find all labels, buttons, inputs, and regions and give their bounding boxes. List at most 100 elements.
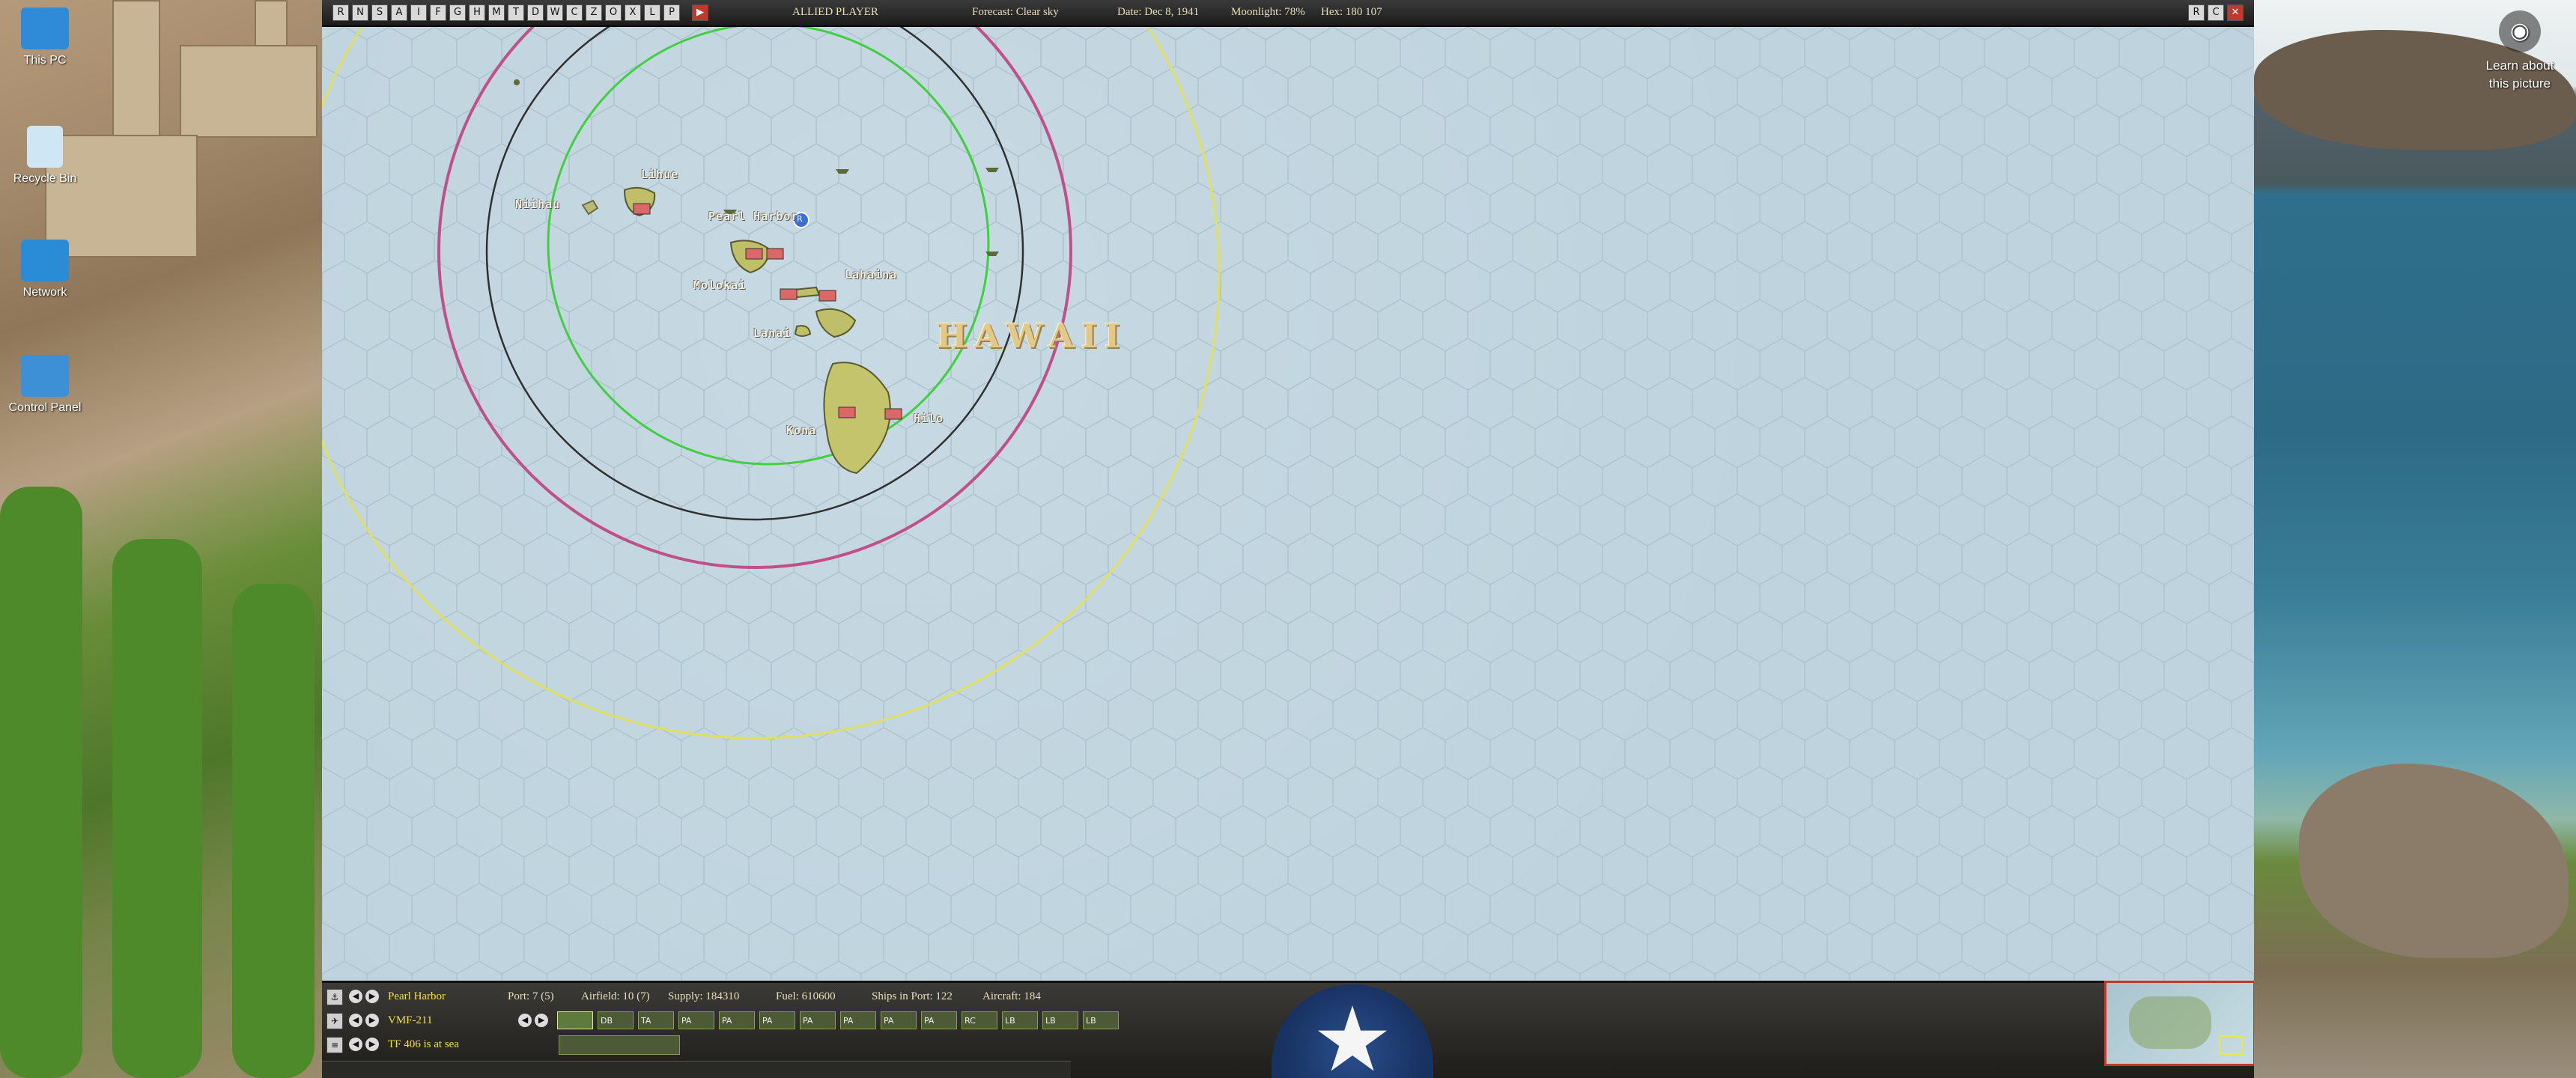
island-label-kona: Kona [786, 424, 817, 437]
island-label-niihau: Niihau [515, 198, 561, 211]
moonlight-label: Moonlight: 78% [1231, 6, 1305, 18]
us-flag-pearl-harbor[interactable] [745, 248, 763, 260]
us-flag-lihue[interactable] [633, 203, 651, 215]
island-label-lanai: Lanai [753, 326, 792, 340]
toolbar-button-4[interactable]: I [410, 4, 427, 21]
wallpaper-wall [180, 45, 318, 138]
task-force-icon[interactable]: ≡ [326, 1037, 343, 1053]
ship-slots[interactable] [559, 1035, 680, 1055]
toolbar-button-10[interactable]: D [527, 4, 544, 21]
map-layer [322, 27, 2254, 981]
island-label-lahaina: Lahaina [845, 268, 898, 281]
toolbar-button-0[interactable]: R [332, 4, 349, 21]
island-label-pearl-harbor: Pearl Harbor [708, 210, 799, 223]
learn-about-picture-label: Learn about this picture [2485, 58, 2554, 91]
computer-icon [21, 7, 69, 49]
air-unit-name[interactable]: VMF-211 [388, 1014, 432, 1027]
plane-slot[interactable]: PA [881, 1011, 917, 1029]
desktop-icon-this-pc[interactable]: This PC [0, 7, 90, 67]
ship-unit-icon[interactable] [514, 79, 520, 85]
ships-in-port-info: Ships in Port: 122 [872, 990, 953, 1002]
learn-about-picture-widget[interactable]: ◉ Learn about this picture [2479, 10, 2561, 93]
prev-base-button[interactable]: ◀ [349, 990, 362, 1003]
wallpaper-grass [232, 584, 315, 1078]
toolbar-button-12[interactable]: C [566, 4, 583, 21]
toolbar-button-11[interactable]: W [547, 4, 563, 21]
mini-map-viewport[interactable] [2219, 1035, 2243, 1055]
plane-slot[interactable]: DB [598, 1011, 634, 1029]
task-force-status[interactable]: TF 406 is at sea [388, 1038, 459, 1051]
plane-slot[interactable] [557, 1011, 593, 1029]
toolbar-button-16[interactable]: L [644, 4, 660, 21]
desktop-icon-label: Recycle Bin [13, 172, 77, 185]
plane-slot[interactable]: LB [1083, 1011, 1119, 1029]
toolbar-button-3[interactable]: A [391, 4, 407, 21]
us-star-emblem: ★ [1272, 984, 1433, 1078]
mini-map[interactable] [2104, 981, 2254, 1066]
prev-tf-button[interactable]: ◀ [349, 1038, 362, 1051]
restore-button[interactable]: R [2188, 4, 2205, 21]
toolbar-button-13[interactable]: Z [586, 4, 602, 21]
island-label-molokai: Molokai [693, 278, 747, 292]
plane-slot[interactable]: LB [1002, 1011, 1038, 1029]
network-icon [21, 240, 69, 281]
plane-slot[interactable]: LB [1042, 1011, 1078, 1029]
base-name[interactable]: Pearl Harbor [388, 990, 446, 1003]
window-c-button[interactable]: C [2208, 4, 2224, 21]
desktop-icon-recycle-bin[interactable]: Recycle Bin [0, 126, 90, 186]
airfield-info: Airfield: 10 (7) [581, 990, 650, 1002]
us-flag-lahaina[interactable] [818, 290, 836, 302]
island-label-lihue: Lihue [641, 168, 679, 181]
air-unit-icon[interactable]: ✈ [326, 1013, 343, 1029]
desktop-icon-network[interactable]: Network [0, 240, 90, 299]
extra-row [322, 1061, 1071, 1078]
toolbar-button-9[interactable]: T [508, 4, 524, 21]
next-base-button[interactable]: ▶ [365, 990, 379, 1003]
toolbar-button-1[interactable]: N [352, 4, 368, 21]
next-tf-button[interactable]: ▶ [365, 1038, 379, 1051]
base-icon[interactable]: ⚓ [326, 989, 343, 1005]
supply-info: Supply: 184310 [668, 990, 740, 1002]
us-flag-molokai[interactable] [780, 288, 798, 300]
fuel-info: Fuel: 610600 [776, 990, 836, 1002]
next-unit-button[interactable]: ▶ [365, 1014, 379, 1027]
plane-slot[interactable]: PA [719, 1011, 755, 1029]
us-flag-hilo[interactable] [884, 408, 902, 420]
plane-slot[interactable]: PA [921, 1011, 957, 1029]
hex-label: Hex: 180 107 [1321, 6, 1382, 18]
toolbar-button-5[interactable]: F [430, 4, 446, 21]
wallpaper-grass [112, 539, 202, 1078]
plane-slot[interactable]: PA [759, 1011, 795, 1029]
recycle-bin-icon [27, 126, 63, 168]
desktop-icon-control-panel[interactable]: Control Panel [0, 355, 90, 415]
region-label-hawaii: HAWAII [936, 317, 1128, 356]
toolbar-button-2[interactable]: S [371, 4, 388, 21]
us-flag-kona[interactable] [838, 406, 856, 418]
toolbar-button-18[interactable]: ▶ [692, 4, 708, 21]
prev-unit-button[interactable]: ◀ [349, 1014, 362, 1027]
toolbar-button-6[interactable]: G [449, 4, 466, 21]
toolbar-button-15[interactable]: X [625, 4, 641, 21]
camera-icon: ◉ [2499, 10, 2541, 52]
plane-slot[interactable]: PA [678, 1011, 714, 1029]
us-flag-pearl-harbor-2[interactable] [766, 248, 784, 260]
game-window: R N S A I F G H M T D W C Z O X L P ▶ ALLIED PLAYER Foreca… [322, 0, 2254, 1078]
desktop-icon-label: This PC [23, 54, 67, 67]
port-info: Port: 7 (5) [508, 990, 554, 1002]
plane-slot[interactable]: RC [962, 1011, 997, 1029]
close-button[interactable]: ✕ [2227, 4, 2244, 21]
plane-slot[interactable]: TA [638, 1011, 674, 1029]
hex-grid [322, 27, 2254, 981]
control-panel-icon [21, 355, 69, 397]
game-map[interactable]: Niihau Lihue Pearl Harbor Molokai Lahain… [322, 27, 2254, 981]
plane-slot[interactable]: PA [840, 1011, 876, 1029]
toolbar-button-7[interactable]: H [469, 4, 485, 21]
plane-slot[interactable]: PA [800, 1011, 836, 1029]
prev-slot-button[interactable]: ◀ [518, 1014, 532, 1027]
toolbar-button-8[interactable]: M [488, 4, 505, 21]
next-slot-button[interactable]: ▶ [535, 1014, 548, 1027]
game-info-panel: ⚓ ◀ ▶ Pearl Harbor Port: 7 (5) Airfield:… [322, 981, 2254, 1078]
toolbar-button-17[interactable]: P [663, 4, 680, 21]
toolbar-button-14[interactable]: O [605, 4, 622, 21]
forecast-label: Forecast: Clear sky [972, 6, 1059, 18]
